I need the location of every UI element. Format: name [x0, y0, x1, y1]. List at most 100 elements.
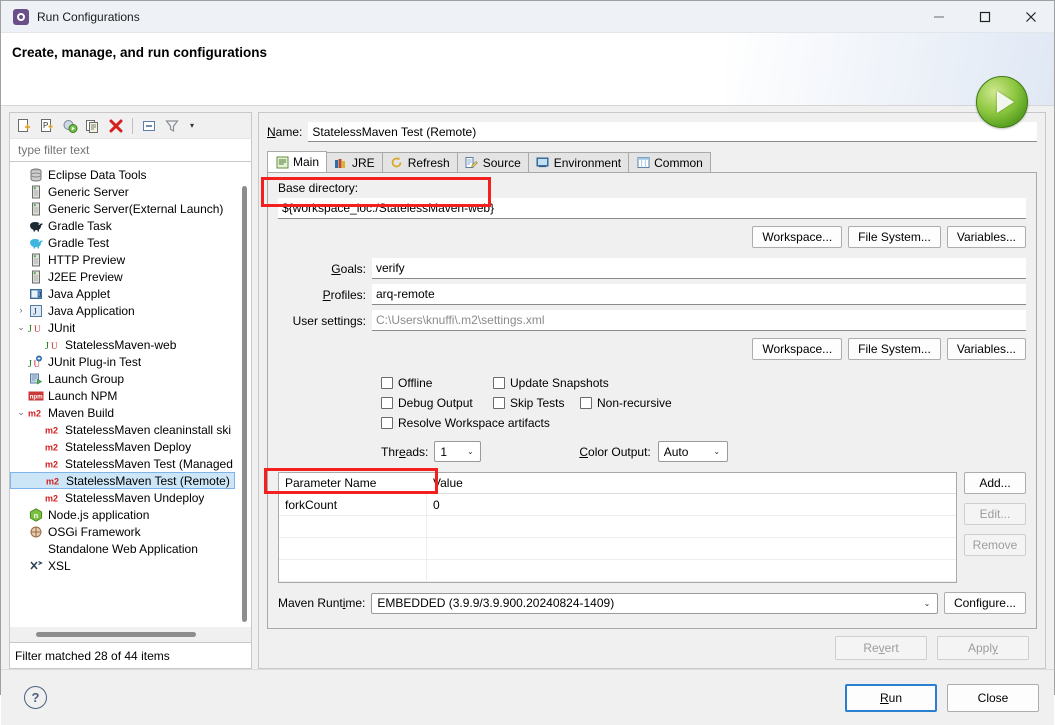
base-directory-workspace-button[interactable]: Workspace... [752, 226, 843, 248]
checkbox-box[interactable] [493, 397, 505, 409]
threads-select[interactable]: 1 ⌄ [434, 441, 482, 462]
tree-vertical-scrollbar[interactable] [241, 186, 249, 622]
apply-revert-bar: Re v ert Appl y [267, 629, 1037, 668]
user-settings-variables-button[interactable]: Variables... [946, 338, 1026, 360]
maven-icon: m2 [28, 405, 44, 421]
tree-item[interactable]: Generic Server(External Launch) [10, 200, 237, 217]
maven-runtime-select[interactable]: EMBEDDED (3.9.9/3.9.900.20240824-1409) ⌄ [371, 592, 938, 614]
configurations-tree[interactable]: Eclipse Data Tools Generic Server Generic … [9, 162, 252, 643]
tab-common[interactable]: Common [628, 152, 711, 172]
tree-item[interactable]: XSL [10, 557, 237, 574]
tree-item[interactable]: › J Java Application [10, 302, 237, 319]
new-configuration-icon[interactable] [14, 116, 34, 136]
help-question-icon[interactable]: ? [24, 686, 47, 709]
maximize-button[interactable] [962, 1, 1008, 32]
close-dialog-button[interactable]: Close [947, 683, 1039, 712]
search-input[interactable] [16, 142, 245, 158]
color-output-value: Auto [663, 444, 689, 459]
delete-icon[interactable] [106, 116, 126, 136]
goals-input[interactable] [372, 258, 1026, 279]
tree-item[interactable]: Gradle Task [10, 217, 237, 234]
tree-item[interactable]: Eclipse Data Tools [10, 166, 237, 183]
tree-item[interactable]: OSGi Framework [10, 523, 237, 540]
tree-item[interactable]: m2 StatelessMaven Test (Remote) [10, 472, 235, 489]
duplicate-icon[interactable] [83, 116, 103, 136]
toolbar-menu-caret-icon[interactable]: ▾ [185, 117, 199, 135]
minimize-button[interactable] [916, 1, 962, 32]
revert-button[interactable]: Re v ert [835, 636, 927, 660]
tab-main[interactable]: Main [267, 151, 328, 172]
tree-item[interactable]: ⌄ m2 Maven Build [10, 404, 237, 421]
tab-jre[interactable]: JRE [326, 152, 383, 172]
tree-item[interactable]: npm Launch NPM [10, 387, 237, 404]
export-icon[interactable] [60, 116, 80, 136]
apply-button[interactable]: Appl y [937, 636, 1029, 660]
checkbox-box[interactable] [381, 377, 393, 389]
tree-item[interactable]: J2EE Preview [10, 268, 237, 285]
tree-item[interactable]: m2 StatelessMaven Deploy [10, 438, 237, 455]
base-directory-variables-button[interactable]: Variables... [946, 226, 1026, 248]
maven-runtime-value: EMBEDDED (3.9.9/3.9.900.20240824-1409) [377, 596, 615, 610]
checkbox-box[interactable] [381, 397, 393, 409]
chevron-down-icon: ⌄ [467, 447, 474, 456]
user-settings-workspace-button[interactable]: Workspace... [752, 338, 843, 360]
table-row[interactable] [279, 538, 956, 560]
checkbox-resolve-workspace-artifacts[interactable]: Resolve Workspace artifacts [381, 416, 550, 430]
tree-item[interactable]: J Java Applet [10, 285, 237, 302]
base-directory-buttons: Workspace... File System... Variables... [278, 226, 1026, 248]
tree-item[interactable]: J U StatelessMaven-web [10, 336, 237, 353]
tree-twisty-icon[interactable]: ⌄ [14, 408, 28, 417]
checkbox-skip-tests[interactable]: Skip Tests [493, 396, 580, 410]
tree-item[interactable]: m2 StatelessMaven Test (Managed [10, 455, 237, 472]
checkbox-box[interactable] [580, 397, 592, 409]
base-directory-input[interactable] [278, 198, 1026, 219]
run-button[interactable]: Run [845, 683, 937, 712]
svg-text:J: J [38, 292, 42, 299]
tree-item[interactable]: Gradle Test [10, 234, 237, 251]
table-row[interactable] [279, 560, 956, 582]
chevron-down-icon: ⌄ [713, 447, 721, 456]
close-button[interactable] [1008, 1, 1054, 32]
filter-input-container[interactable] [9, 138, 252, 162]
filter-icon[interactable] [162, 116, 182, 136]
tree-item[interactable]: m2 StatelessMaven cleaninstall ski [10, 421, 237, 438]
parameters-table[interactable]: Parameter Name Value forkCount 0 [278, 472, 957, 583]
tree-item[interactable]: Standalone Web Application [10, 540, 237, 557]
tree-item[interactable]: HTTP Preview [10, 251, 237, 268]
configuration-editor: Name: Main JRE Refresh Source Environment Com… [258, 112, 1046, 669]
tree-item[interactable]: n Node.js application [10, 506, 237, 523]
tree-twisty-icon[interactable]: › [14, 306, 28, 315]
checkbox-update-snapshots[interactable]: Update Snapshots [493, 376, 609, 390]
table-row[interactable] [279, 516, 956, 538]
checkbox-non-recursive[interactable]: Non-recursive [580, 396, 672, 410]
tree-item[interactable]: m2 StatelessMaven Undeploy [10, 489, 237, 506]
checkbox-offline[interactable]: Offline [381, 376, 493, 390]
user-settings-input[interactable] [372, 310, 1026, 331]
new-prototype-icon[interactable]: P [37, 116, 57, 136]
profiles-input[interactable] [372, 284, 1026, 305]
tab-source[interactable]: Source [456, 152, 529, 172]
tab-environment[interactable]: Environment [527, 152, 630, 172]
checkbox-box[interactable] [493, 377, 505, 389]
tree-horizontal-scrollbar[interactable] [10, 627, 251, 642]
remove-button[interactable]: Remove [964, 534, 1026, 556]
color-output-select[interactable]: Auto ⌄ [657, 441, 728, 462]
tree-item[interactable]: Generic Server [10, 183, 237, 200]
tree-twisty-icon[interactable]: ⌄ [14, 323, 28, 332]
server-icon [28, 269, 44, 285]
checkbox-box[interactable] [381, 417, 393, 429]
collapse-all-icon[interactable] [139, 116, 159, 136]
add-button[interactable]: Add... [964, 472, 1026, 494]
table-row[interactable]: forkCount 0 [279, 494, 956, 516]
configuration-name-input[interactable] [308, 122, 1037, 142]
edit-button[interactable]: Edit... [964, 503, 1026, 525]
svg-text:U: U [51, 341, 58, 351]
tab-refresh[interactable]: Refresh [381, 152, 458, 172]
user-settings-filesystem-button[interactable]: File System... [848, 338, 941, 360]
tree-item[interactable]: Launch Group [10, 370, 237, 387]
configure-button[interactable]: Configure... [943, 592, 1026, 614]
checkbox-debug-output[interactable]: Debug Output [381, 396, 493, 410]
base-directory-filesystem-button[interactable]: File System... [848, 226, 941, 248]
tree-item[interactable]: ⌄ J U JUnit [10, 319, 237, 336]
tree-item[interactable]: J U JUnit Plug-in Test [10, 353, 237, 370]
